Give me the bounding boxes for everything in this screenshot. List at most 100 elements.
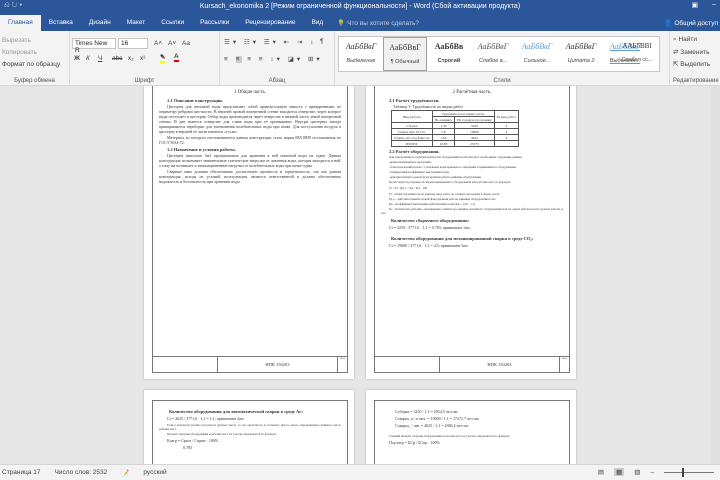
font-group: Times New R 16 A˄ A˅ Aa Ж К Ч abc x₂ x² …	[70, 31, 220, 86]
document-area[interactable]: 1 Общая часть. 1.1 Описание конструкции.…	[0, 86, 720, 464]
style-name: ¶ Обычный	[390, 59, 420, 65]
paragraph-label: Абзац	[268, 78, 286, 84]
highlight-icon[interactable]: ✎	[160, 53, 166, 63]
ribbon: Вырезать Копировать Формат по образцу Бу…	[0, 31, 720, 86]
bold-button[interactable]: Ж	[74, 55, 80, 62]
find-label: Найти	[678, 36, 698, 43]
format-painter-button[interactable]: Формат по образцу	[2, 61, 60, 68]
tab-layout[interactable]: Макет	[119, 15, 153, 31]
grow-font-button[interactable]: A˄	[154, 40, 162, 47]
sheet-label: Лист	[337, 357, 347, 372]
style-strong[interactable]: АаБбВв Строгий	[427, 37, 471, 71]
formula: Cсварка_ / авт. = 4625 / 1,1 = 4386,4 че…	[395, 423, 469, 428]
ribbon-tabs: Главная Вставка Дизайн Макет Ссылки Расс…	[0, 15, 720, 31]
proofing-icon[interactable]: 📝	[121, 469, 129, 477]
print-layout-icon[interactable]: ▦	[614, 468, 625, 476]
paragraph: Материал, из которого изготавливается да…	[159, 135, 341, 145]
page-count[interactable]: Страница 17	[2, 469, 41, 476]
tab-mailings[interactable]: Рассылки	[192, 15, 237, 31]
page-3[interactable]: Количество оборудования для автоматическ…	[144, 390, 354, 464]
share-button[interactable]: 👤 Общий доступ	[664, 19, 718, 27]
tab-references[interactable]: Ссылки	[153, 15, 192, 31]
paragraph: Если в результате расчёта получается дро…	[159, 423, 341, 431]
styles-gallery: АаБбВвГ Выделение АаБбВвГ ¶ Обычный АаБбВв…	[338, 36, 660, 72]
minimize-button[interactable]: –	[712, 1, 716, 9]
subheading: Количество оборудования для автоматическ…	[169, 409, 303, 414]
formula: Ci = 19000 / 3771,6 · 1,1 = 4,5; принима…	[389, 243, 469, 248]
paragraph: Сварные швы должны обеспечивать достаточ…	[159, 169, 341, 184]
subscript-button[interactable]: x₂	[128, 55, 134, 62]
strikethrough-button[interactable]: abc	[112, 55, 122, 62]
select-button[interactable]: ⇱ Выделить	[673, 60, 710, 68]
cut-button[interactable]: Вырезать	[2, 37, 31, 44]
align-buttons[interactable]: ≡ ≡ ≡ ≡ ↕▾ ◪▾ ⊞▾	[224, 55, 323, 63]
select-label: Выделить	[680, 61, 711, 68]
language[interactable]: русский	[143, 469, 166, 476]
replace-button[interactable]: ⇄ Заменить	[673, 48, 709, 56]
page-4[interactable]: Cсборка = 3250 / 1,1 = 2954,5 чел.час Cс…	[366, 390, 576, 464]
styles-label: Стили	[493, 78, 511, 84]
paragraph: Ti - общая трудоёмкость по данному виду …	[389, 192, 500, 196]
sheet-label: Лист	[559, 357, 569, 372]
style-emphasis[interactable]: АаБбВвГ Выделение	[339, 37, 383, 71]
formula: Ci = 3250 / 3771,6 · 1,1 = 0,783; приним…	[389, 225, 471, 230]
tab-review[interactable]: Рецензирование	[237, 15, 303, 31]
style-sample: АаБбВв	[434, 42, 464, 51]
tab-home[interactable]: Главная	[0, 15, 41, 31]
font-size-select[interactable]: 16	[118, 38, 148, 49]
clipboard-label: Буфер обмена	[14, 78, 55, 84]
heading: 1.1 Описание конструкции.	[167, 98, 223, 103]
list-item: -время неизменяемое программа,	[389, 160, 432, 164]
find-button[interactable]: ⌕ Найти	[673, 36, 697, 44]
stamp-cells	[375, 357, 440, 372]
zoom-slider[interactable]	[664, 467, 714, 477]
ribbon-display-icon[interactable]: ▣	[691, 1, 698, 9]
font-color-icon[interactable]: A	[174, 53, 179, 62]
formula: Ci = 4625 / 3771,6 · 1,1 = 1,1; принимае…	[167, 416, 245, 421]
tell-me-text: Что вы хотите сделать?	[347, 20, 419, 27]
page-2[interactable]: 2 Расчётная часть. 2.1 Расчёт трудоёмкос…	[366, 86, 576, 379]
style-name: Строгий	[437, 58, 461, 64]
list-item: -планируемый коэффициент выполнения норм…	[389, 170, 450, 174]
font-name-select[interactable]: Times New R	[72, 38, 116, 54]
style-subtle-reference[interactable]: ААБбВВІ Слабая сс...	[619, 37, 655, 63]
replace-label: Заменить	[680, 49, 710, 56]
tab-view[interactable]: Вид	[303, 15, 331, 31]
web-layout-icon[interactable]: ▧	[634, 468, 640, 476]
vertical-scrollbar[interactable]	[710, 86, 720, 464]
style-quote-2[interactable]: АаБбВвГ Цитата 2	[559, 37, 603, 71]
show-marks-button[interactable]: ¶	[320, 38, 324, 45]
page-frame: Cсборка = 3250 / 1,1 = 2954,5 чел.час Cс…	[374, 400, 570, 464]
list-buttons[interactable]: ☰▾ ☷▾ ☰▾ ⇤ ⇥ ↕	[224, 38, 316, 46]
header-cell: Разряд работ	[493, 110, 519, 123]
style-name: Выделение	[346, 58, 376, 64]
paragraph: Расчёт ведётся раздельно по видам примен…	[389, 180, 511, 184]
style-name: Слабая сс...	[621, 57, 653, 63]
title-block: НПК 150203 Лист	[375, 356, 569, 372]
word-count[interactable]: Число слов: 2532	[55, 469, 108, 476]
zoom-out-button[interactable]: –	[650, 469, 654, 476]
underline-button[interactable]: Ч	[98, 55, 102, 62]
styles-group: АаБбВвГ Выделение АаБбВвГ ¶ Обычный АаБбВв…	[335, 31, 670, 86]
style-sample: АаБбВвГ	[521, 42, 553, 51]
style-name: Сильное...	[523, 58, 551, 64]
italic-button[interactable]: К	[86, 55, 90, 62]
tell-me-input[interactable]: 💡 Что вы хотите сделать?	[337, 19, 419, 27]
page-frame: 2 Расчётная часть. 2.1 Расчёт трудоёмкос…	[374, 86, 570, 373]
share-label: Общий доступ	[674, 20, 718, 27]
style-subtle-emphasis[interactable]: АаБбВвГ Слабое в...	[471, 37, 515, 71]
document-code: НПК 150203	[265, 362, 290, 367]
tab-insert[interactable]: Вставка	[41, 15, 81, 31]
superscript-button[interactable]: x²	[140, 55, 145, 62]
change-case-button[interactable]: Aa	[182, 40, 190, 47]
paragraph: Цистерна для питьевой воды представляет …	[159, 104, 341, 134]
copy-button[interactable]: Копировать	[2, 49, 37, 56]
stamp-cells	[153, 357, 218, 372]
style-sample: АаБбВвГ	[345, 42, 377, 51]
shrink-font-button[interactable]: A˅	[168, 40, 176, 47]
read-mode-icon[interactable]: ▤	[598, 468, 604, 476]
style-intense-emphasis[interactable]: АаБбВвГ Сильное...	[515, 37, 559, 71]
page-1[interactable]: 1 Общая часть. 1.1 Описание конструкции.…	[144, 86, 354, 379]
tab-design[interactable]: Дизайн	[81, 15, 119, 31]
style-normal[interactable]: АаБбВвГ ¶ Обычный	[383, 37, 427, 71]
